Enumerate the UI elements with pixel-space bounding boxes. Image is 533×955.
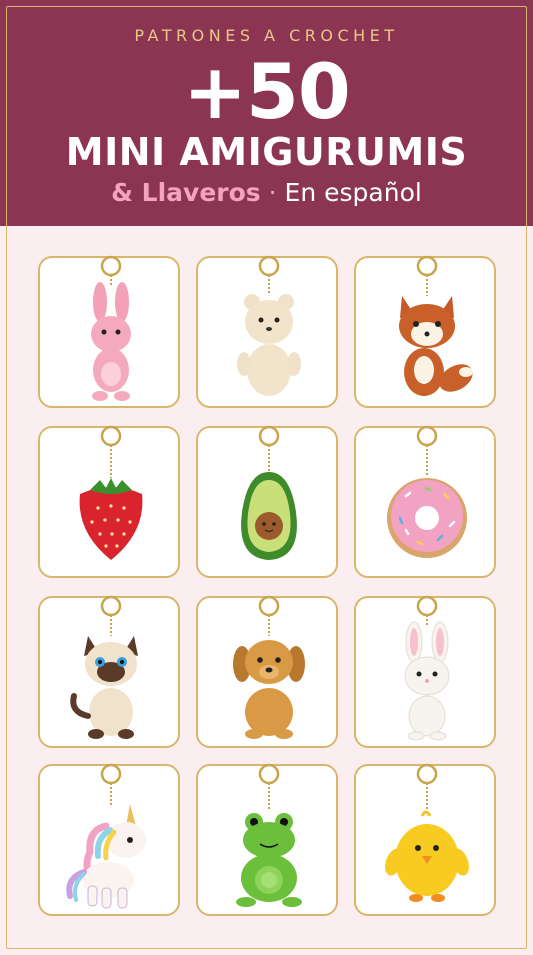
avocado-icon — [241, 425, 297, 560]
bear-icon — [237, 255, 301, 396]
white-bunny-icon — [404, 595, 450, 741]
card-strawberry — [38, 425, 180, 578]
card-donut — [354, 425, 496, 578]
unicorn-icon — [66, 763, 146, 909]
strawberry-icon — [79, 425, 143, 560]
card-cream-bear — [196, 255, 338, 408]
card-chick — [354, 763, 496, 916]
card-avocado — [196, 425, 338, 578]
card-siamese-cat — [38, 595, 180, 748]
card-pink-bunny — [38, 255, 180, 408]
frog-icon — [236, 763, 302, 907]
puppy-icon — [233, 595, 305, 739]
keychain-grid — [38, 255, 496, 916]
donut-icon — [387, 425, 467, 558]
chick-icon — [385, 763, 469, 902]
cat-icon — [70, 595, 138, 739]
card-puppy — [196, 595, 338, 748]
card-frog — [196, 763, 338, 916]
card-white-bunny — [354, 595, 496, 748]
pink-bunny-icon — [91, 255, 131, 401]
card-fox — [354, 255, 496, 408]
fox-icon — [399, 255, 473, 396]
card-unicorn — [38, 763, 180, 916]
